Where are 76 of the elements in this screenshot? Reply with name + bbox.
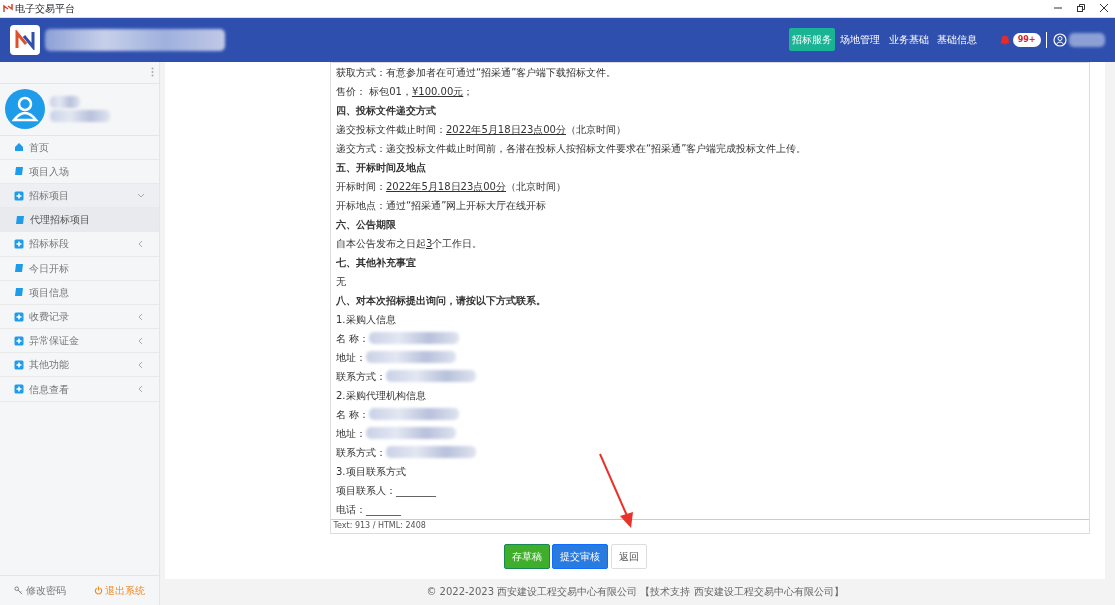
sidebar-subitem[interactable]: 代理招标项目 (0, 208, 159, 233)
plus-square-icon (14, 238, 24, 249)
section-heading: 四、投标文件递交方式 (336, 103, 437, 118)
restore-icon[interactable] (1076, 4, 1085, 13)
editor-status: Text: 913 / HTML: 2408 (331, 518, 1089, 533)
chevron-icon (137, 336, 145, 345)
redacted-user-role (50, 110, 110, 123)
field-label: 联系方式： (336, 369, 386, 384)
sidebar-item[interactable]: 招标标段 (0, 232, 159, 257)
avatar (5, 89, 45, 130)
sidebar-item[interactable]: 其他功能 (0, 353, 159, 378)
paragraph: 递交方式：递交投标文件截止时间前，各潜在投标人按招标文件要求在“招采通”客户端完成投标文件上传。 (336, 141, 808, 156)
paragraph: 2.采购代理机构信息 (336, 388, 427, 403)
window-title: 电子交易平台 (15, 1, 75, 16)
plus-square-icon (14, 190, 24, 201)
nav-tab[interactable]: 业务基础 (885, 28, 932, 52)
home-icon (14, 142, 24, 153)
book-icon (14, 263, 24, 274)
page-footer: © 2022-2023 西安建设工程交易中心有限公司 【技术支持 西安建设工程交易中心有限公司】 (165, 578, 1105, 605)
redacted-username (1069, 32, 1105, 47)
chevron-icon (137, 239, 145, 248)
book-icon (14, 287, 24, 298)
section-heading: 六、公告期限 (336, 217, 397, 232)
paragraph: 开标地点：通过“招采通”网上开标大厅在线开标 (336, 198, 548, 213)
section-heading: 五、开标时间及地点 (336, 160, 427, 175)
key-icon (14, 586, 23, 595)
nav-tab[interactable]: 场地管理 (837, 28, 884, 52)
paragraph: 电话：_______ (336, 502, 402, 518)
action-button[interactable]: 存草稿 (503, 543, 550, 569)
paragraph: 递交投标文件截止时间：2022年5月18日23点00分（北京时间） (336, 122, 627, 137)
plus-square-icon (14, 335, 24, 346)
paragraph: 售价： 标包01，¥100.00元； (336, 84, 475, 99)
nav-tab[interactable]: 基础信息 (934, 28, 981, 52)
field-label: 联系方式： (336, 445, 386, 460)
sidebar-footer-link[interactable]: 修改密码 (14, 583, 66, 598)
close-icon[interactable] (1099, 4, 1108, 13)
paragraph: 无 (336, 274, 347, 289)
sidebar-item[interactable]: 招标项目 (0, 183, 159, 209)
sidebar-item[interactable]: 异常保证金 (0, 329, 159, 354)
sidebar-footer-link[interactable]: 退出系统 (93, 583, 145, 598)
sidebar-item[interactable]: 今日开标 (0, 256, 159, 281)
section-heading: 八、对本次招标提出询问，请按以下方式联系。 (336, 293, 547, 308)
notification-badge: 99+ (1012, 32, 1041, 47)
plus-square-icon (14, 311, 24, 322)
sidebar-item[interactable]: 信息查看 (0, 377, 159, 402)
sidebar-item[interactable]: 收费记录 (0, 304, 159, 330)
logo-icon (10, 24, 40, 55)
field-label: 名 称： (336, 407, 370, 422)
paragraph: 1.采购人信息 (336, 312, 397, 327)
action-button[interactable]: 提交审核 (552, 543, 608, 569)
user-icon[interactable] (1052, 32, 1067, 47)
paragraph: 项目联系人：________ (336, 483, 437, 499)
power-icon (93, 586, 103, 595)
redacted-user-name (50, 95, 80, 108)
nav-tab[interactable]: 招标服务 (788, 28, 835, 52)
field-label: 地址： (336, 350, 366, 365)
paragraph: 开标时间：2022年5月18日23点00分（北京时间） (336, 179, 567, 194)
paragraph: 获取方式：有意参加者在可通过“招采通”客户端下载招标文件。 (336, 65, 618, 80)
plus-square-icon (14, 359, 24, 370)
sidebar-item[interactable]: 项目信息 (0, 280, 159, 305)
chevron-icon (137, 191, 145, 200)
app-logo-icon (2, 3, 13, 14)
plus-square-icon (14, 384, 24, 395)
sidebar-item[interactable]: 首页 (0, 135, 159, 160)
action-button[interactable]: 返回 (610, 543, 647, 569)
chevron-icon (137, 360, 145, 369)
sidebar-item[interactable]: 项目入场 (0, 159, 159, 184)
paragraph: 自本公告发布之日起3个工作日。 (336, 236, 484, 251)
book-icon (15, 214, 25, 225)
chevron-icon (137, 312, 145, 321)
field-label: 名 称： (336, 331, 370, 346)
field-label: 地址： (336, 426, 366, 441)
section-heading: 七、其他补充事宜 (336, 255, 417, 270)
book-icon (14, 166, 24, 177)
paragraph: 3.项目联系方式 (336, 464, 407, 479)
chevron-icon (137, 385, 145, 394)
